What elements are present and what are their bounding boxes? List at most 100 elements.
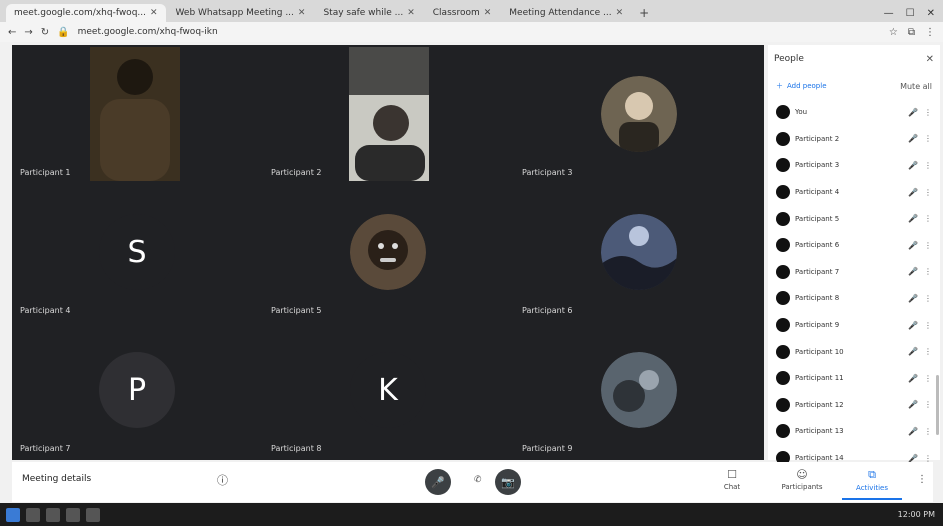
participant-row[interactable]: Participant 13 🎤 ⋮ <box>772 418 936 445</box>
more-icon[interactable]: ⋮ <box>924 188 932 197</box>
mic-icon[interactable]: 🎤 <box>907 294 919 303</box>
participant-row[interactable]: Participant 12 🎤 ⋮ <box>772 392 936 419</box>
browser-tab[interactable]: Stay safe while ... ✕ <box>315 4 422 22</box>
window-close-button[interactable]: ✕ <box>927 8 935 19</box>
participant-name: Participant 8 <box>795 294 840 303</box>
close-icon[interactable]: ✕ <box>150 8 158 18</box>
panel-scrollbar[interactable] <box>936 375 939 435</box>
browser-tab[interactable]: meet.google.com/xhq-fwoq... ✕ <box>6 4 166 22</box>
mic-icon[interactable]: 🎤 <box>907 108 919 117</box>
participant-row[interactable]: Participant 5 🎤 ⋮ <box>772 205 936 232</box>
mic-icon[interactable]: 🎤 <box>907 241 919 250</box>
extensions-icon[interactable]: ⧉ <box>908 27 915 38</box>
close-icon[interactable]: ✕ <box>407 8 415 18</box>
camera-button[interactable]: 📷 <box>495 469 521 495</box>
mute-all-button[interactable]: Mute all <box>900 82 932 91</box>
avatar <box>776 371 790 386</box>
avatar <box>776 131 790 146</box>
participant-row[interactable]: Participant 9 🎤 ⋮ <box>772 312 936 339</box>
close-icon[interactable]: ✕ <box>298 8 306 18</box>
mic-icon[interactable]: 🎤 <box>907 321 919 330</box>
more-icon[interactable]: ⋮ <box>924 134 932 143</box>
participant-tile[interactable]: Participant 1 <box>12 45 262 183</box>
avatar <box>776 291 790 306</box>
more-icon[interactable]: ⋮ <box>924 427 932 436</box>
video-feed <box>90 47 180 181</box>
menu-icon[interactable]: ⋮ <box>925 27 935 38</box>
meeting-details-button[interactable]: Meeting details <box>22 474 91 484</box>
participant-tile[interactable]: Participant 5 <box>263 183 513 321</box>
mic-icon[interactable]: 🎤 <box>907 188 919 197</box>
mic-icon[interactable]: 🎤 <box>907 214 919 223</box>
participant-row[interactable]: You 🎤 ⋮ <box>772 99 936 126</box>
participant-row[interactable]: Participant 6 🎤 ⋮ <box>772 232 936 259</box>
mic-icon[interactable]: 🎤 <box>907 400 919 409</box>
lock-icon: 🔒 <box>57 26 70 38</box>
chat-tab[interactable]: ☐ Chat <box>702 468 762 491</box>
forward-icon[interactable]: → <box>24 27 32 38</box>
browser-tab[interactable]: Web Whatsapp Meeting ... ✕ <box>168 4 314 22</box>
mic-button[interactable]: 🎤 <box>425 469 451 495</box>
participant-row[interactable]: Participant 8 🎤 ⋮ <box>772 285 936 312</box>
task-view-icon[interactable] <box>46 507 60 522</box>
mic-icon[interactable]: 🎤 <box>907 427 919 436</box>
participant-name: Participant 2 <box>271 168 322 177</box>
more-icon[interactable]: ⋮ <box>924 321 932 330</box>
new-tab-button[interactable]: + <box>633 4 655 22</box>
more-icon[interactable]: ⋮ <box>924 214 932 223</box>
more-icon[interactable]: ⋮ <box>924 347 932 356</box>
participant-name: Participant 12 <box>795 400 844 409</box>
reload-icon[interactable]: ↻ <box>41 27 49 38</box>
add-people-row: ＋ Add people Mute all <box>768 73 940 99</box>
participant-tile[interactable]: Participant 6 <box>514 183 764 321</box>
participant-tile[interactable]: Participant 3 <box>514 45 764 183</box>
mic-icon[interactable]: 🎤 <box>907 161 919 170</box>
participant-row[interactable]: Participant 2 🎤 ⋮ <box>772 126 936 153</box>
back-icon[interactable]: ← <box>8 27 16 38</box>
browser-tab[interactable]: Meeting Attendance ... ✕ <box>501 4 631 22</box>
star-icon[interactable]: ☆ <box>889 27 898 38</box>
participant-tile[interactable]: Participant 9 <box>514 321 764 459</box>
activities-tab[interactable]: ⧉ Activities <box>842 468 902 500</box>
more-icon[interactable]: ⋮ <box>924 400 932 409</box>
more-icon[interactable]: ⋮ <box>924 241 932 250</box>
more-icon[interactable]: ⋮ <box>924 108 932 117</box>
participant-name: Participant 6 <box>795 241 840 250</box>
participant-name: Participant 3 <box>795 161 840 170</box>
more-icon[interactable]: ⋮ <box>924 161 932 170</box>
folder-icon[interactable] <box>86 507 100 522</box>
close-icon[interactable]: ✕ <box>616 8 624 18</box>
mic-icon[interactable]: 🎤 <box>907 267 919 276</box>
participant-row[interactable]: Participant 3 🎤 ⋮ <box>772 152 936 179</box>
more-options-button[interactable]: ⋮ <box>917 474 927 485</box>
browser-tab[interactable]: Classroom ✕ <box>425 4 500 22</box>
participant-row[interactable]: Participant 7 🎤 ⋮ <box>772 259 936 286</box>
url-field[interactable]: meet.google.com/xhq-fwoq-ikn <box>78 27 218 37</box>
participant-row[interactable]: Participant 10 🎤 ⋮ <box>772 338 936 365</box>
search-icon[interactable] <box>26 507 40 522</box>
more-icon[interactable]: ⋮ <box>924 294 932 303</box>
mic-icon[interactable]: 🎤 <box>907 374 919 383</box>
participant-tile[interactable]: Participant 2 <box>263 45 513 183</box>
participant-row[interactable]: Participant 4 🎤 ⋮ <box>772 179 936 206</box>
participant-tile[interactable]: K Participant 8 <box>263 321 513 459</box>
participant-row[interactable]: Participant 11 🎤 ⋮ <box>772 365 936 392</box>
mic-icon[interactable]: 🎤 <box>907 347 919 356</box>
more-icon[interactable]: ⋮ <box>924 374 932 383</box>
add-people-button[interactable]: Add people <box>787 82 827 90</box>
close-icon[interactable]: ✕ <box>484 8 492 18</box>
more-icon[interactable]: ⋮ <box>924 267 932 276</box>
participant-tile[interactable]: P Participant 7 <box>12 321 262 459</box>
avatar <box>776 185 790 200</box>
start-icon[interactable] <box>6 507 20 522</box>
mic-icon[interactable]: 🎤 <box>907 134 919 143</box>
info-icon[interactable]: ⓘ <box>217 472 228 488</box>
browser-icon[interactable] <box>66 507 80 522</box>
minimize-button[interactable]: — <box>884 8 894 19</box>
close-icon[interactable]: ✕ <box>926 54 934 65</box>
participants-tab[interactable]: ☺ Participants <box>772 468 832 491</box>
hangup-button[interactable]: ✆ <box>474 475 482 485</box>
participant-tile[interactable]: S Participant 4 <box>12 183 262 321</box>
window-controls: — ☐ ✕ <box>884 4 943 22</box>
maximize-button[interactable]: ☐ <box>906 8 915 19</box>
